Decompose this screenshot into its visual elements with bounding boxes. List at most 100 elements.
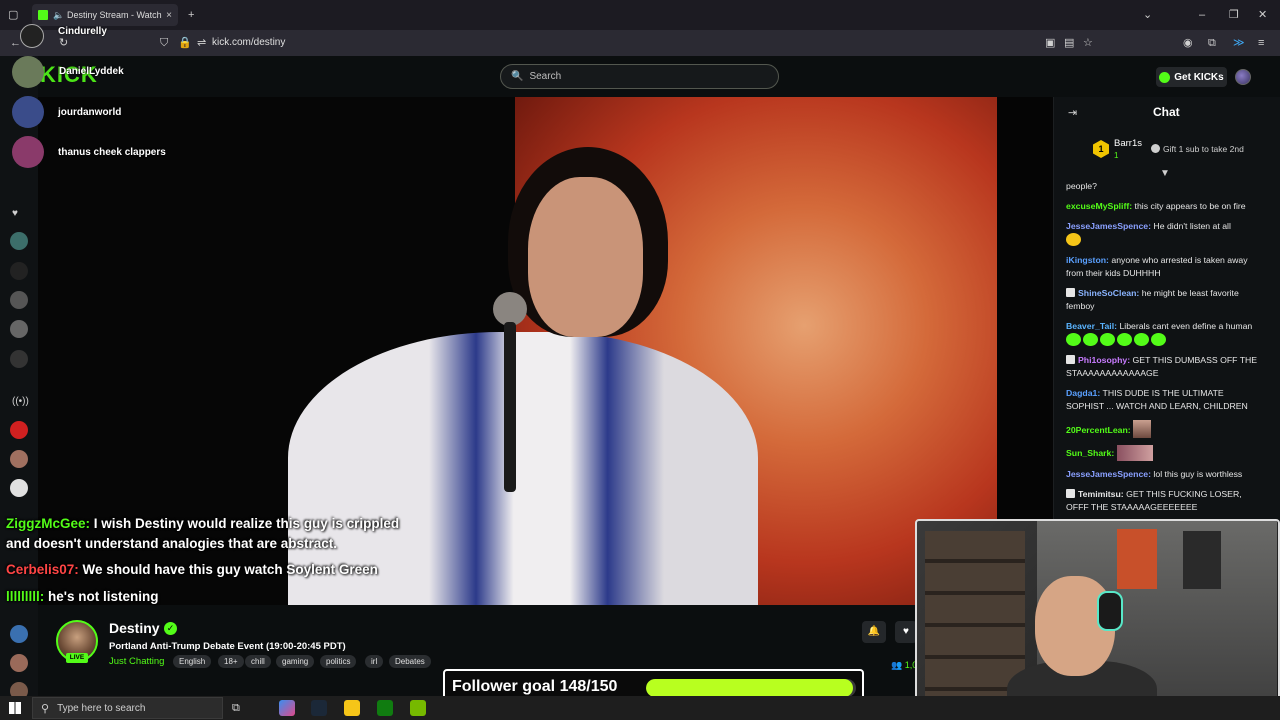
account-icon[interactable]: ◉	[1183, 36, 1193, 50]
user-badge-icon	[1066, 355, 1075, 364]
kick-favicon-icon	[38, 10, 48, 20]
nvidia-icon[interactable]	[410, 700, 426, 716]
chat-message: ShineSoClean: he might be least favorite…	[1066, 288, 1239, 311]
reader-view-icon[interactable]: ▤	[1064, 36, 1074, 50]
gift-icon	[1151, 144, 1160, 153]
chevron-down-icon[interactable]: ⌄	[1143, 8, 1152, 22]
follower-goal-fill	[646, 679, 854, 697]
extensions-icon[interactable]: ⧉	[1208, 36, 1216, 50]
user-badge-icon	[1066, 288, 1075, 297]
chat-message: Beaver_Tail: Liberals cant even define a…	[1066, 320, 1258, 347]
pinned-message-icon[interactable]: ▼	[1160, 168, 1170, 179]
notification-bell-button[interactable]: 🔔	[862, 621, 886, 643]
shield-icon[interactable]: ⛉	[160, 36, 168, 50]
video-chat-line: Cerbelis07: We should have this guy watc…	[6, 562, 378, 577]
window-close-icon[interactable]: ✕	[1258, 8, 1267, 22]
sidebar-channel-avatar[interactable]	[10, 232, 28, 250]
browser-tab-bar: ▢ 🔈 Destiny Stream - Watch Liv × + ⌄ – ❐…	[0, 0, 1280, 30]
search-input[interactable]: 🔍 Search	[500, 64, 779, 89]
sidebar-channel-avatar[interactable]	[10, 262, 28, 280]
stream-tag[interactable]: 18+	[218, 655, 244, 668]
sidebar-channel-avatar[interactable]	[10, 625, 28, 643]
speaker-face	[528, 177, 643, 337]
hamburger-icon[interactable]: ≡	[1258, 36, 1264, 50]
stream-title: Portland Anti-Trump Debate Event (19:00-…	[109, 641, 346, 652]
stream-tag[interactable]: politics	[320, 655, 357, 668]
follower-goal-track	[646, 679, 856, 697]
image-emote	[1116, 445, 1153, 461]
image-emote	[1133, 420, 1152, 438]
follower-goal-label: Follower goal 148/150	[452, 678, 618, 695]
overlay-avatar	[20, 24, 44, 48]
sidebar-channel-avatar[interactable]	[10, 421, 28, 439]
chat-message: JesseJamesSpence: He didn't listen at al…	[1066, 220, 1258, 247]
search-icon: 🔍	[511, 71, 524, 82]
top-gifter-count: 1	[1114, 151, 1119, 160]
webcam-poster	[1183, 531, 1221, 589]
collapse-chat-icon[interactable]: ⇥	[1068, 106, 1077, 119]
webcam-overlay	[915, 519, 1280, 720]
chat-message: Phi1osophy: GET THIS DUMBASS OFF THE STA…	[1066, 355, 1258, 378]
stream-tag[interactable]: English	[173, 655, 212, 668]
viewer-count: 👥 1,0	[891, 660, 918, 670]
chat-message: excuseMySpliff: this city appears to be …	[1066, 201, 1246, 211]
overlay-username: Cindurelly	[58, 26, 107, 37]
address-bar-url[interactable]: kick.com/destiny	[212, 37, 285, 48]
sidebar-channel-avatar[interactable]	[10, 479, 28, 497]
minimize-icon[interactable]: –	[1199, 8, 1205, 22]
reload-icon[interactable]: ↻	[59, 36, 68, 50]
verified-check-icon: ✓	[164, 622, 177, 635]
chat-message: 20PercentLean:	[1066, 420, 1258, 438]
chat-message: people?	[1066, 181, 1097, 191]
overlay-avatar	[12, 96, 44, 128]
stream-tag[interactable]: gaming	[276, 655, 315, 668]
sidebar-channel-avatar[interactable]	[10, 291, 28, 309]
overlay-username: DanielLyddek	[59, 66, 124, 77]
restore-icon[interactable]: ❐	[1229, 8, 1239, 22]
heart-icon[interactable]: ♥	[12, 208, 18, 219]
picture-in-picture-icon[interactable]: ▣	[1045, 36, 1055, 50]
extension-icon[interactable]: ≫	[1233, 36, 1245, 50]
get-kicks-label: Get KICKs	[1174, 71, 1224, 83]
overlay-username: thanus cheek clappers	[58, 147, 166, 158]
stream-category[interactable]: Just Chatting	[109, 656, 164, 667]
follow-heart-button[interactable]: ♥	[895, 621, 917, 643]
steam-icon[interactable]	[311, 700, 327, 716]
tab-close-icon[interactable]: ×	[166, 10, 172, 21]
task-view-icon[interactable]: ⧉	[232, 700, 248, 716]
sidebar-channel-avatar[interactable]	[10, 350, 28, 368]
speaker-icon[interactable]: 🔈	[53, 10, 64, 20]
live-broadcast-icon[interactable]: ((•))	[12, 396, 29, 407]
chat-message: Temimitsu: GET THIS FUCKING LOSER, OFFF …	[1066, 489, 1242, 512]
user-badge-icon	[1066, 489, 1075, 498]
video-chat-line: ZiggzMcGee: I wish Destiny would realize…	[6, 516, 400, 531]
get-kicks-button[interactable]: Get KICKs	[1156, 67, 1227, 87]
xbox-icon[interactable]	[377, 700, 393, 716]
lock-icon[interactable]: 🔒	[178, 36, 192, 50]
bookmark-star-icon[interactable]: ☆	[1083, 36, 1093, 50]
stream-tag[interactable]: Debates	[389, 655, 431, 668]
chat-message: Dagda1: THIS DUDE IS THE ULTIMATE SOPHIS…	[1066, 388, 1248, 411]
sidebar-channel-avatar[interactable]	[10, 654, 28, 672]
user-avatar[interactable]	[1235, 69, 1251, 85]
browser-tab[interactable]: 🔈 Destiny Stream - Watch Liv ×	[32, 4, 178, 26]
copilot-icon[interactable]	[279, 700, 295, 716]
streamer-name[interactable]: Destiny	[109, 620, 160, 636]
windows-start-icon[interactable]	[9, 702, 21, 714]
site-info-icon[interactable]: ⇌	[197, 36, 206, 50]
file-explorer-icon[interactable]	[344, 700, 360, 716]
chat-message-list: people? excuseMySpliff: this city appear…	[1066, 180, 1258, 521]
sidebar-channel-avatar[interactable]	[10, 450, 28, 468]
overlay-avatar	[12, 56, 44, 88]
top-gifter-username[interactable]: Barr1s	[1114, 138, 1142, 149]
chat-message: Sun_Shark:	[1066, 445, 1258, 461]
overlay-avatar	[12, 136, 44, 168]
sidebar-channel-avatar[interactable]	[10, 320, 28, 338]
stream-tag[interactable]: irl	[365, 655, 384, 668]
stream-tag[interactable]: chill	[245, 655, 271, 668]
tab-list-icon[interactable]: ▢	[8, 8, 18, 22]
gift-sub-prompt[interactable]: Gift 1 sub to take 2nd	[1151, 144, 1244, 154]
new-tab-button[interactable]: +	[188, 8, 194, 22]
video-chat-line: lllllllll: he's not listening	[6, 589, 159, 604]
taskbar-search-input[interactable]: ⚲ Type here to search	[32, 697, 223, 719]
